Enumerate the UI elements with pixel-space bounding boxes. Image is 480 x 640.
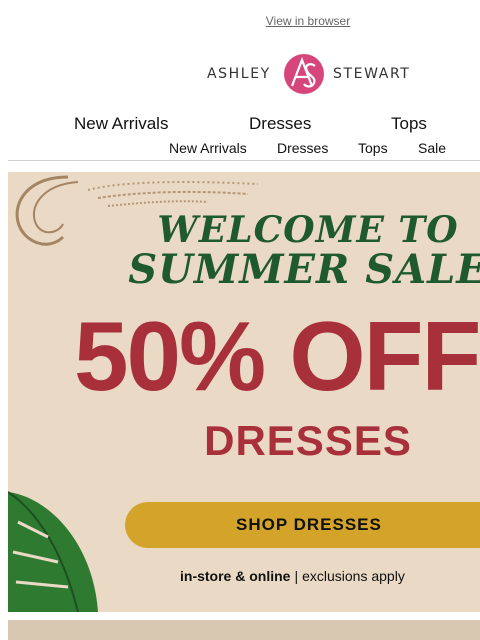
logo-word-left: ASHLEY	[207, 66, 271, 82]
terms-exclusions: exclusions apply	[302, 568, 405, 584]
offer-terms: in-store & online | exclusions apply	[180, 568, 405, 584]
primary-nav: New Arrivals Dresses Tops	[0, 114, 480, 138]
terms-channels: in-store & online	[180, 568, 291, 584]
view-in-browser-link[interactable]: View in browser	[0, 14, 480, 28]
as-monogram-icon	[284, 54, 324, 94]
nav-new-arrivals[interactable]: New Arrivals	[74, 114, 168, 134]
subnav-new-arrivals[interactable]: New Arrivals	[169, 140, 247, 156]
subnav-tops[interactable]: Tops	[358, 140, 388, 156]
summer-sale-banner[interactable]: WELCOME TO SUMMER SALE 50% OFF DRESSES S…	[8, 172, 480, 612]
terms-separator: |	[294, 568, 299, 584]
logo-word-right: STEWART	[333, 66, 411, 82]
offer-percent: 50% OFF	[74, 301, 480, 411]
welcome-headline: WELCOME TO	[157, 209, 459, 251]
next-banner[interactable]	[8, 620, 480, 640]
offer-category: DRESSES	[204, 417, 412, 464]
subnav-sale[interactable]: Sale	[418, 140, 446, 156]
summer-sale-headline: SUMMER SALE	[128, 246, 480, 293]
nav-dresses[interactable]: Dresses	[249, 114, 311, 134]
shop-dresses-button[interactable]: SHOP DRESSES	[125, 502, 480, 548]
secondary-nav: New Arrivals Dresses Tops Sale	[0, 140, 480, 158]
nav-tops[interactable]: Tops	[391, 114, 427, 134]
ashley-stewart-logo[interactable]: ASHLEY STEWART	[207, 52, 412, 96]
subnav-dresses[interactable]: Dresses	[277, 140, 328, 156]
monstera-leaf-icon	[8, 491, 98, 612]
nav-divider	[8, 160, 480, 161]
